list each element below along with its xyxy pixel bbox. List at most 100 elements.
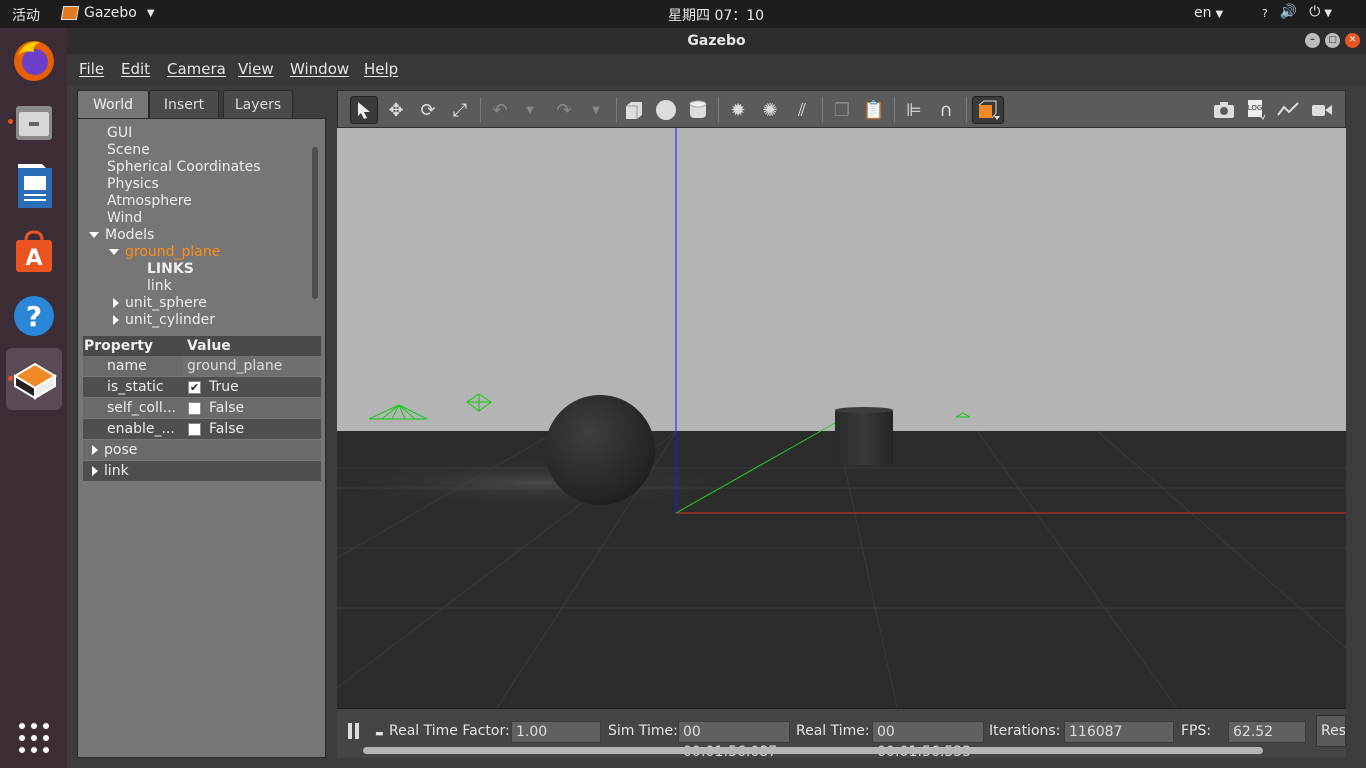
tree-item-physics[interactable]: Physics (107, 176, 159, 193)
point-light-button[interactable]: ✹ (724, 96, 752, 124)
undo-history-button[interactable]: ▼ (516, 96, 544, 124)
dock-help[interactable]: ? (6, 288, 62, 344)
redo-button[interactable]: ↷ (550, 96, 578, 124)
sphere-shape-button[interactable] (652, 96, 680, 124)
menu-camera[interactable]: Camera (167, 60, 226, 78)
screenshot-button[interactable] (1210, 96, 1238, 124)
property-column-header: Property (84, 338, 154, 354)
snap-button[interactable]: ∩ (932, 96, 960, 124)
spot-light-button[interactable]: ✺ (756, 96, 784, 124)
redo-history-button[interactable]: ▼ (582, 96, 610, 124)
copy-button[interactable]: ❐ (828, 96, 856, 124)
app-menu[interactable]: Gazebo ▼ (60, 5, 155, 21)
tab-insert[interactable]: Insert (149, 90, 219, 118)
view-angle-button[interactable] (972, 96, 1004, 124)
menu-view[interactable]: View (238, 60, 274, 78)
minimize-button[interactable]: – (1305, 33, 1320, 48)
directional-light-marker[interactable] (955, 412, 971, 418)
tree-item-ground-plane[interactable]: ground_plane (109, 244, 220, 261)
menu-file[interactable]: File (79, 60, 104, 78)
translate-tool-button[interactable]: ✥ (382, 96, 410, 124)
plot-button[interactable] (1274, 96, 1302, 124)
record-video-button[interactable] (1308, 96, 1336, 124)
clock[interactable]: 星期四 07：10 (668, 5, 764, 25)
tree-item-unit-cylinder[interactable]: unit_cylinder (113, 312, 215, 329)
log-button[interactable]: LOG (1242, 96, 1270, 124)
language-indicator[interactable]: en ▼ (1194, 5, 1223, 21)
help-icon: ? (14, 296, 54, 336)
files-icon (16, 106, 52, 140)
spot-light-marker[interactable] (368, 404, 428, 420)
show-applications[interactable] (6, 710, 62, 766)
3d-viewport[interactable] (337, 128, 1346, 708)
checkbox-label: True (209, 379, 239, 395)
tab-world[interactable]: World (77, 90, 149, 118)
menu-help[interactable]: Help (364, 60, 398, 78)
point-light-marker[interactable] (466, 393, 492, 412)
tree-scrollbar[interactable] (312, 147, 318, 299)
property-value[interactable]: ground_plane (183, 356, 321, 376)
system-tray[interactable]: ? 🔊 ⏻ ▼ (1262, 4, 1332, 20)
tree-item-unit-sphere[interactable]: unit_sphere (113, 295, 207, 312)
gazebo-icon (60, 6, 80, 20)
checkbox-unchecked[interactable] (188, 401, 201, 415)
reset-time-button[interactable]: Reset (1316, 715, 1346, 747)
tree-item-models[interactable]: Models (89, 227, 154, 244)
box-shape-button[interactable] (620, 96, 648, 124)
group-label: link (104, 463, 129, 479)
unit-cylinder[interactable] (835, 410, 893, 465)
tree-item-link[interactable]: link (147, 278, 172, 295)
close-button[interactable]: ✕ (1345, 33, 1360, 48)
property-value[interactable]: ✔ True (183, 377, 321, 397)
scene-render (337, 128, 1346, 708)
menu-window[interactable]: Window (290, 60, 349, 78)
tree-item-spherical-coordinates[interactable]: Spherical Coordinates (107, 159, 261, 176)
real-time-label: Real Time: (796, 723, 870, 739)
align-button[interactable]: ⊫ (900, 96, 928, 124)
menu-edit[interactable]: Edit (121, 60, 150, 78)
models-label: Models (105, 227, 155, 243)
collapsed-arrow-icon (92, 466, 98, 476)
checkbox-checked[interactable]: ✔ (188, 380, 201, 394)
dock-gazebo[interactable] (6, 348, 62, 410)
tree-item-gui[interactable]: GUI (107, 125, 132, 142)
unit-sphere[interactable] (545, 395, 655, 505)
tree-item-wind[interactable]: Wind (107, 210, 142, 227)
camera-icon (1214, 102, 1234, 118)
tab-layers[interactable]: Layers (223, 90, 293, 118)
window-titlebar[interactable]: Gazebo – □ ✕ (67, 28, 1366, 54)
arrow-cursor-icon (358, 102, 370, 119)
undo-icon: ↶ (492, 99, 508, 121)
status-scrollbar[interactable] (363, 747, 1263, 754)
property-group-link[interactable]: link (83, 461, 321, 481)
dock-software[interactable]: A (6, 224, 62, 280)
checkbox-unchecked[interactable] (188, 422, 201, 436)
pause-button[interactable] (347, 722, 361, 744)
log-icon: LOG (1248, 100, 1266, 120)
cylinder-shape-button[interactable] (684, 96, 712, 124)
activities-button[interactable]: 活动 (12, 5, 40, 25)
scale-tool-button[interactable]: ⤢ (446, 96, 474, 124)
fps-label: FPS: (1181, 723, 1212, 739)
property-name: enable_... (107, 421, 175, 437)
tree-item-atmosphere[interactable]: Atmosphere (107, 193, 192, 210)
property-group-pose[interactable]: pose (83, 440, 321, 460)
undo-button[interactable]: ↶ (486, 96, 514, 124)
gazebo-icon (13, 362, 57, 400)
checkbox-label: False (209, 400, 245, 416)
rotate-tool-button[interactable]: ⟳ (414, 96, 442, 124)
maximize-button[interactable]: □ (1325, 33, 1340, 48)
dock-firefox[interactable] (6, 32, 62, 88)
dock-files[interactable] (6, 94, 62, 150)
chevron-down-icon: ▼ (146, 7, 155, 19)
directional-light-button[interactable]: ⫽ (788, 96, 816, 124)
tree-item-scene[interactable]: Scene (107, 142, 150, 159)
property-value[interactable]: False (183, 419, 321, 439)
property-value[interactable]: False (183, 398, 321, 418)
paste-button[interactable]: 📋 (860, 96, 888, 124)
step-button[interactable]: ▬ (375, 729, 384, 739)
chevron-down-icon: ▼ (592, 104, 600, 116)
property-row-is-static: is_static ✔ True (83, 377, 321, 397)
select-tool-button[interactable] (350, 96, 378, 124)
dock-writer[interactable] (6, 158, 62, 214)
